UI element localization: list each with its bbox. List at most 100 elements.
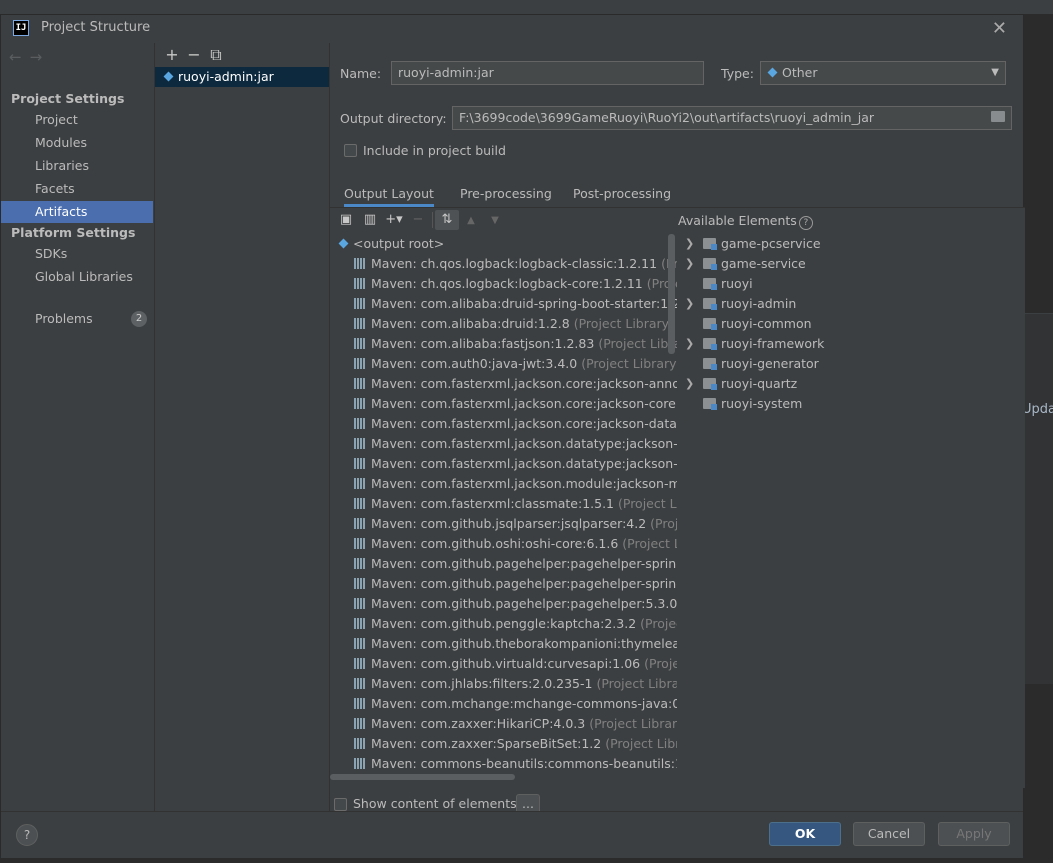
horizontal-scrollbar[interactable]: [330, 774, 515, 780]
module-folder-icon: [703, 338, 717, 350]
move-down-icon[interactable]: ▼: [483, 211, 507, 231]
library-icon: [354, 498, 366, 509]
sort-icon[interactable]: ⇅: [435, 210, 459, 230]
new-directory-icon[interactable]: ▣: [334, 210, 358, 230]
nav-item-libraries[interactable]: Libraries: [1, 155, 153, 177]
available-element-row[interactable]: ❯ game-pcservice: [677, 234, 1025, 254]
library-row[interactable]: Maven: com.zaxxer:SparseBitSet:1.2 (Proj…: [330, 734, 677, 754]
library-row[interactable]: Maven: com.fasterxml.jackson.core:jackso…: [330, 374, 677, 394]
tab-output-layout[interactable]: Output Layout: [344, 183, 434, 207]
nav-item-modules[interactable]: Modules: [1, 132, 153, 154]
folder-browse-icon[interactable]: [991, 111, 1005, 122]
nav-item-artifacts[interactable]: Artifacts: [1, 201, 153, 223]
chevron-right-icon[interactable]: ❯: [685, 374, 694, 394]
back-forward-arrows-icon[interactable]: ←→: [9, 48, 50, 66]
chevron-right-icon[interactable]: ❯: [685, 334, 694, 354]
tab-pre-processing[interactable]: Pre-processing: [460, 183, 552, 207]
module-folder-icon: [703, 258, 717, 270]
library-row[interactable]: Maven: com.fasterxml:classmate:1.5.1 (Pr…: [330, 494, 677, 514]
library-row[interactable]: Maven: com.github.jsqlparser:jsqlparser:…: [330, 514, 677, 534]
chevron-right-icon[interactable]: ❯: [685, 254, 694, 274]
library-suffix: (Project Library): [650, 516, 677, 531]
available-element-row[interactable]: ruoyi-system: [677, 394, 1025, 414]
library-row[interactable]: Maven: commons-beanutils:commons-beanuti…: [330, 754, 677, 772]
library-row[interactable]: Maven: com.jhlabs:filters:2.0.235-1 (Pro…: [330, 674, 677, 694]
name-field[interactable]: ruoyi-admin:jar: [391, 61, 704, 85]
library-row[interactable]: Maven: com.github.theborakompanioni:thym…: [330, 634, 677, 654]
library-icon: [354, 618, 366, 629]
type-select[interactable]: Other ▼: [760, 61, 1006, 85]
library-name: Maven: ch.qos.logback:logback-core:1.2.1…: [371, 276, 643, 291]
library-suffix: (Project Library): [581, 356, 677, 371]
copy-icon[interactable]: ⧉: [205, 45, 227, 65]
remove-icon[interactable]: −: [183, 45, 205, 65]
nav-item-problems[interactable]: Problems 2: [1, 308, 153, 330]
nav-item-project[interactable]: Project: [1, 109, 153, 131]
chevron-right-icon[interactable]: ❯: [685, 294, 694, 314]
library-row[interactable]: Maven: com.github.pagehelper:pagehelper:…: [330, 594, 677, 614]
library-row[interactable]: Maven: com.fasterxml.jackson.datatype:ja…: [330, 454, 677, 474]
available-elements-heading: Available Elements?: [678, 213, 813, 230]
available-element-row[interactable]: ruoyi-common: [677, 314, 1025, 334]
library-row[interactable]: Maven: com.mchange:mchange-commons-java:…: [330, 694, 677, 714]
available-elements-panel: Available Elements? ❯ game-pcservice ❯ game…: [677, 208, 1025, 788]
ok-button[interactable]: OK: [769, 822, 841, 846]
vertical-scrollbar[interactable]: [668, 234, 675, 354]
close-icon[interactable]: ✕: [992, 18, 1007, 39]
cancel-button[interactable]: Cancel: [853, 822, 925, 846]
library-row[interactable]: Maven: com.github.pagehelper:pagehelper-…: [330, 554, 677, 574]
remove-element-icon[interactable]: −: [406, 210, 430, 230]
add-copy-icon[interactable]: +▾: [382, 210, 406, 230]
available-element-row[interactable]: ❯ ruoyi-quartz: [677, 374, 1025, 394]
artifact-icon: [163, 71, 174, 82]
output-tree[interactable]: <output root> Maven: ch.qos.logback:logb…: [330, 234, 677, 772]
library-row[interactable]: Maven: ch.qos.logback:logback-core:1.2.1…: [330, 274, 677, 294]
artifact-tabs: Output Layout Pre-processing Post-proces…: [330, 183, 1025, 208]
library-row[interactable]: Maven: com.github.virtuald:curvesapi:1.0…: [330, 654, 677, 674]
library-row[interactable]: Maven: com.zaxxer:HikariCP:4.0.3 (Projec…: [330, 714, 677, 734]
move-up-icon[interactable]: ▲: [459, 211, 483, 231]
chevron-right-icon[interactable]: ❯: [685, 234, 694, 254]
library-name: Maven: com.fasterxml.jackson.core:jackso…: [371, 376, 677, 391]
nav-item-facets[interactable]: Facets: [1, 178, 153, 200]
output-directory-field[interactable]: F:\3699code\3699GameRuoyi\RuoYi2\out\art…: [452, 106, 1012, 130]
library-row[interactable]: Maven: com.alibaba:fastjson:1.2.83 (Proj…: [330, 334, 677, 354]
library-suffix: (Project Library): [596, 676, 677, 691]
available-element-row[interactable]: ❯ game-service: [677, 254, 1025, 274]
available-element-name: game-pcservice: [721, 236, 821, 251]
show-content-label: Show content of elements: [353, 796, 517, 811]
library-row[interactable]: Maven: com.fasterxml.jackson.core:jackso…: [330, 394, 677, 414]
artifact-label: ruoyi-admin:jar: [178, 69, 274, 84]
library-row[interactable]: Maven: com.fasterxml.jackson.datatype:ja…: [330, 434, 677, 454]
help-button[interactable]: ?: [16, 824, 38, 846]
ide-background-text: Upda: [1022, 402, 1053, 417]
nav-item-global-libraries[interactable]: Global Libraries: [1, 266, 153, 288]
artifact-item[interactable]: ruoyi-admin:jar: [155, 67, 329, 87]
library-row[interactable]: Maven: com.github.oshi:oshi-core:6.1.6 (…: [330, 534, 677, 554]
output-root-row[interactable]: <output root>: [330, 234, 677, 254]
available-element-row[interactable]: ruoyi-generator: [677, 354, 1025, 374]
library-row[interactable]: Maven: com.alibaba:druid-spring-boot-sta…: [330, 294, 677, 314]
include-in-build-checkbox[interactable]: [344, 144, 357, 157]
apply-button[interactable]: Apply: [938, 822, 1010, 846]
library-row[interactable]: Maven: com.github.pagehelper:pagehelper-…: [330, 574, 677, 594]
available-element-row[interactable]: ❯ ruoyi-admin: [677, 294, 1025, 314]
show-content-checkbox[interactable]: [334, 798, 347, 811]
library-row[interactable]: Maven: com.fasterxml.jackson.core:jackso…: [330, 414, 677, 434]
tab-post-processing[interactable]: Post-processing: [573, 183, 671, 207]
library-icon: [354, 458, 366, 469]
add-icon[interactable]: +: [161, 45, 183, 65]
library-row[interactable]: Maven: com.fasterxml.jackson.module:jack…: [330, 474, 677, 494]
output-root-icon: [338, 238, 349, 249]
help-icon[interactable]: ?: [798, 216, 813, 230]
archive-icon[interactable]: ▥: [358, 210, 382, 230]
library-row[interactable]: Maven: com.auth0:java-jwt:3.4.0 (Project…: [330, 354, 677, 374]
intellij-app-icon: IJ: [13, 20, 29, 36]
nav-item-sdks[interactable]: SDKs: [1, 243, 153, 265]
library-row[interactable]: Maven: com.alibaba:druid:1.2.8 (Project …: [330, 314, 677, 334]
available-element-row[interactable]: ruoyi: [677, 274, 1025, 294]
library-row[interactable]: Maven: com.github.penggle:kaptcha:2.3.2 …: [330, 614, 677, 634]
available-element-row[interactable]: ❯ ruoyi-framework: [677, 334, 1025, 354]
library-row[interactable]: Maven: ch.qos.logback:logback-classic:1.…: [330, 254, 677, 274]
available-elements-tree[interactable]: ❯ game-pcservice ❯ game-service ruoyi ❯ ruoyi-…: [677, 234, 1025, 414]
